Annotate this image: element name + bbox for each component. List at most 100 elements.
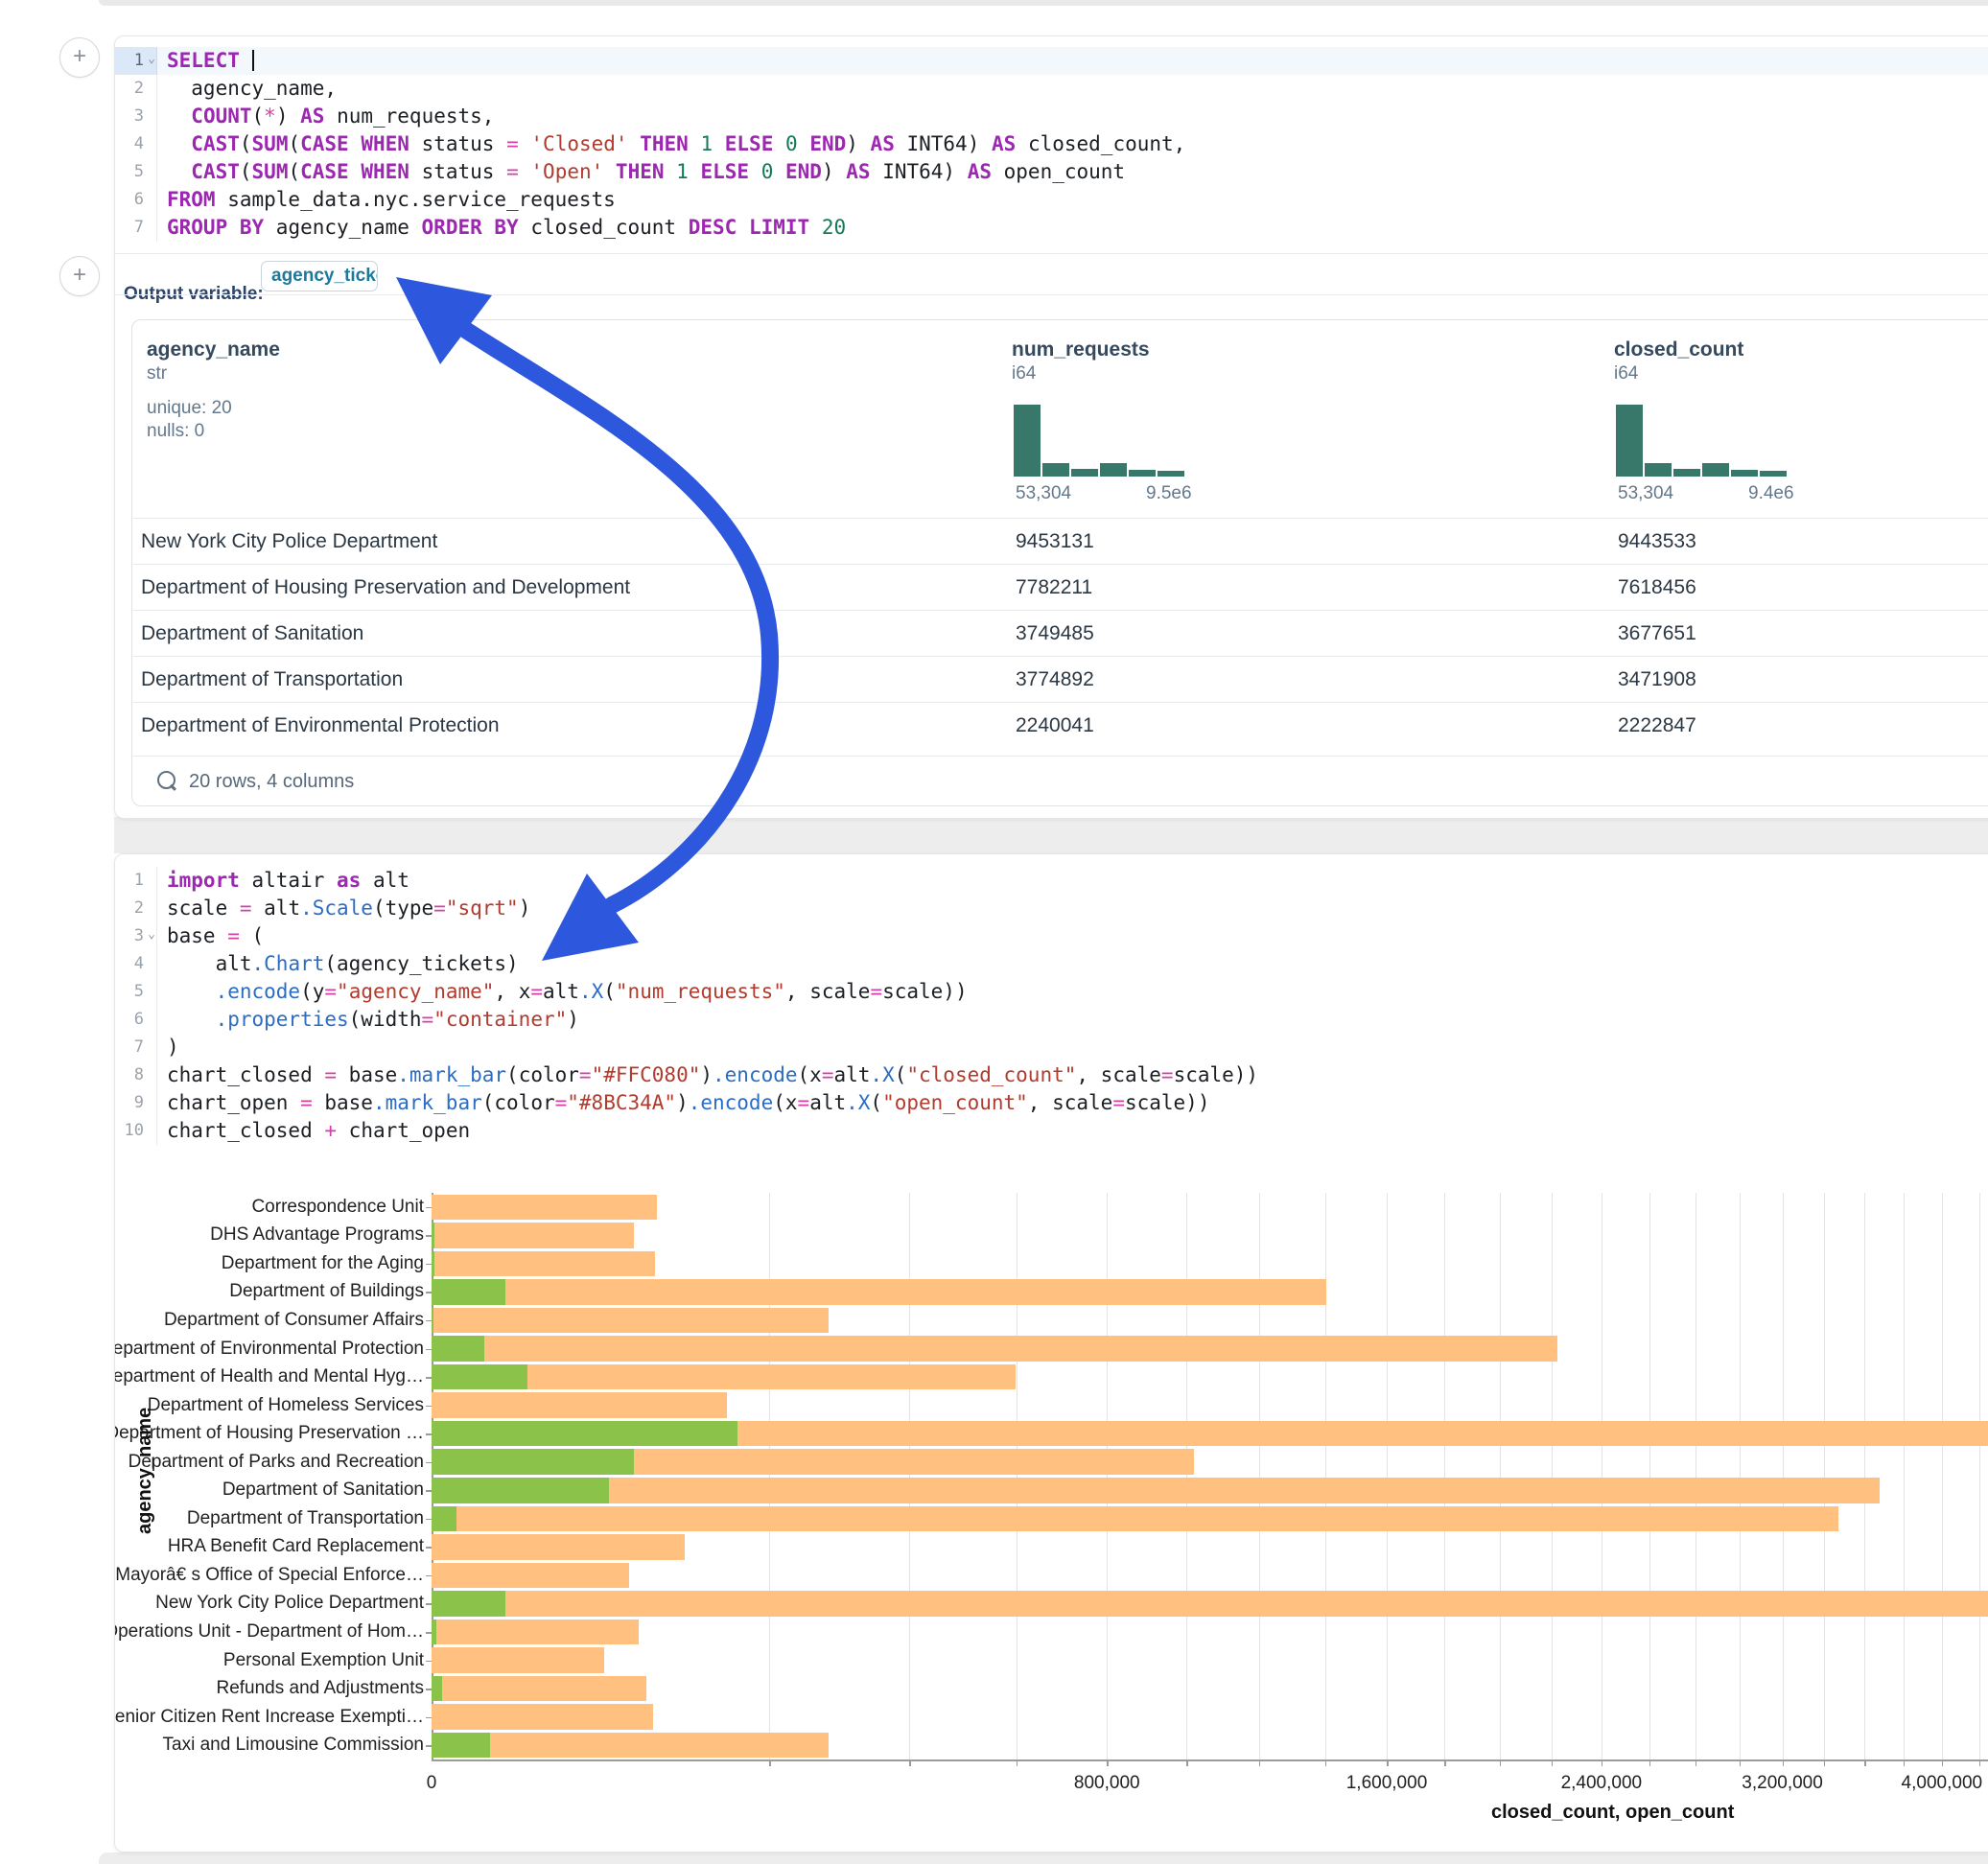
add-cell-button[interactable]: + — [59, 37, 100, 78]
y-axis-label: Correspondence Unit — [251, 1197, 424, 1218]
search-icon[interactable] — [157, 771, 175, 789]
column-header[interactable]: num_requests — [1012, 338, 1150, 361]
histogram-min-label: 53,304 — [1618, 483, 1673, 504]
code-token — [628, 132, 641, 155]
histogram-bar — [1731, 470, 1758, 477]
table-row[interactable]: New York City Police Department945313194… — [132, 518, 1988, 565]
x-axis-title: closed_count, open_count — [1491, 1802, 1734, 1824]
dataframe-preview: agency_namestrunique: 20nulls: 0num_requ… — [131, 319, 1988, 806]
code-line[interactable]: 7GROUP BY agency_name ORDER BY closed_co… — [115, 214, 1988, 242]
code-token: ( — [240, 132, 252, 155]
histogram-bar — [1129, 470, 1156, 477]
bar-closed-count — [432, 1534, 685, 1560]
code-line[interactable]: 2 agency_name, — [115, 75, 1988, 103]
code-token: THEN — [616, 160, 665, 183]
bar-closed-count — [432, 1676, 646, 1702]
gridline — [1186, 1193, 1187, 1759]
dataframe-footer: 20 rows, 4 columns — [132, 756, 1988, 805]
output-variable-pill[interactable]: agency_tickets — [261, 261, 378, 291]
code-token: agency_name, — [167, 77, 337, 100]
code-text: FROM sample_data.nyc.service_requests — [167, 186, 616, 214]
bar-closed-count — [432, 1647, 604, 1673]
y-axis-label: Mayorâ€ s Office of Special Enforce… — [115, 1565, 424, 1586]
histogram-bar — [1158, 471, 1184, 477]
notebook-page: { "colors":{ "arrow_blue":"#2D57DC", "ba… — [0, 0, 1988, 1864]
code-token — [519, 160, 531, 183]
collapse-chevron-icon[interactable]: ⌄ — [148, 45, 155, 73]
code-line[interactable]: 3 COUNT(*) AS num_requests, — [115, 103, 1988, 130]
line-number: 1⌄ — [115, 47, 157, 75]
x-axis-tick-label: 0 — [355, 1773, 508, 1794]
gridline — [1107, 1193, 1108, 1759]
code-token — [713, 132, 725, 155]
code-text: COUNT(*) AS num_requests, — [167, 103, 494, 130]
cell-gap-band — [114, 817, 1988, 853]
code-token: ( — [252, 105, 265, 128]
x-axis-tick-label: 1,600,000 — [1310, 1773, 1463, 1794]
gridline — [1783, 1193, 1784, 1759]
bar-open-count — [432, 1478, 609, 1503]
sql-code-editor[interactable]: 1⌄SELECT 2 agency_name,3 COUNT(*) AS num… — [115, 47, 1988, 242]
code-token — [773, 160, 785, 183]
bar-open-count — [432, 1308, 433, 1334]
table-cell: 3774892 — [1016, 657, 1094, 703]
code-token: GROUP BY — [167, 216, 264, 239]
histogram-bar — [1760, 471, 1787, 477]
gridline — [1864, 1193, 1865, 1759]
code-line[interactable]: 5 CAST(SUM(CASE WHEN status = 'Open' THE… — [115, 158, 1988, 186]
x-axis-line — [432, 1759, 1988, 1761]
code-text: GROUP BY agency_name ORDER BY closed_cou… — [167, 214, 846, 242]
table-cell: Department of Transportation — [141, 657, 403, 703]
code-token: = — [506, 132, 519, 155]
add-cell-button[interactable]: + — [59, 256, 100, 296]
column-header[interactable]: closed_count — [1614, 338, 1743, 361]
table-row[interactable]: Department of Housing Preservation and D… — [132, 564, 1988, 611]
y-axis-label: Department of Homeless Services — [148, 1395, 424, 1416]
y-axis-label: HRA Benefit Card Replacement — [168, 1536, 424, 1557]
code-token: 0 — [761, 160, 774, 183]
code-token: CASE — [300, 160, 349, 183]
histogram-bar — [1042, 463, 1069, 477]
column-stat: nulls: 0 — [147, 421, 204, 442]
y-axis-label: Department of Sanitation — [222, 1480, 424, 1501]
column-type: str — [147, 363, 167, 384]
bar-closed-count — [432, 1392, 727, 1418]
gridline — [1552, 1193, 1553, 1759]
y-axis-label: Senior Citizen Rent Increase Exempti… — [114, 1707, 424, 1728]
bar-closed-count — [432, 1704, 653, 1730]
histogram-bar — [1616, 405, 1643, 477]
code-token: ( — [240, 160, 252, 183]
code-token: agency_name — [264, 216, 421, 239]
code-token — [603, 160, 616, 183]
code-line[interactable]: 4 CAST(SUM(CASE WHEN status = 'Closed' T… — [115, 130, 1988, 158]
column-type: i64 — [1012, 363, 1036, 384]
gridline — [1325, 1193, 1326, 1759]
table-cell: 7618456 — [1618, 565, 1696, 611]
histogram-bar — [1071, 469, 1098, 477]
y-axis-label: Department of Health and Mental Hyg… — [114, 1366, 424, 1387]
bar-open-count — [432, 1619, 436, 1645]
table-row[interactable]: Department of Transportation377489234719… — [132, 656, 1988, 703]
table-row[interactable]: Department of Environmental Protection22… — [132, 702, 1988, 749]
table-cell: Department of Environmental Protection — [141, 703, 500, 749]
column-header[interactable]: agency_name — [147, 338, 280, 361]
y-axis-label: Taxi and Limousine Commission — [163, 1735, 424, 1756]
row-count-label: 20 rows, 4 columns — [189, 771, 354, 793]
bar-closed-count — [432, 1733, 829, 1759]
code-line[interactable]: 1⌄SELECT — [115, 47, 1988, 75]
code-line[interactable]: 6 FROM sample_data.nyc.service_requests — [115, 186, 1988, 214]
code-token — [349, 160, 362, 183]
code-token — [167, 160, 191, 183]
line-number: 6 — [115, 186, 157, 214]
table-row[interactable]: Department of Sanitation37494853677651 — [132, 610, 1988, 657]
table-cell: Department of Sanitation — [141, 611, 363, 657]
bar-open-count — [432, 1733, 490, 1759]
code-token: ELSE — [700, 160, 749, 183]
bar-closed-count — [432, 1223, 634, 1248]
code-token: THEN — [640, 132, 689, 155]
bar-open-count — [432, 1251, 434, 1277]
code-text: CAST(SUM(CASE WHEN status = 'Closed' THE… — [167, 130, 1185, 158]
gridline — [1979, 1193, 1980, 1759]
histogram-bar — [1673, 469, 1700, 477]
code-token: CAST — [191, 160, 240, 183]
